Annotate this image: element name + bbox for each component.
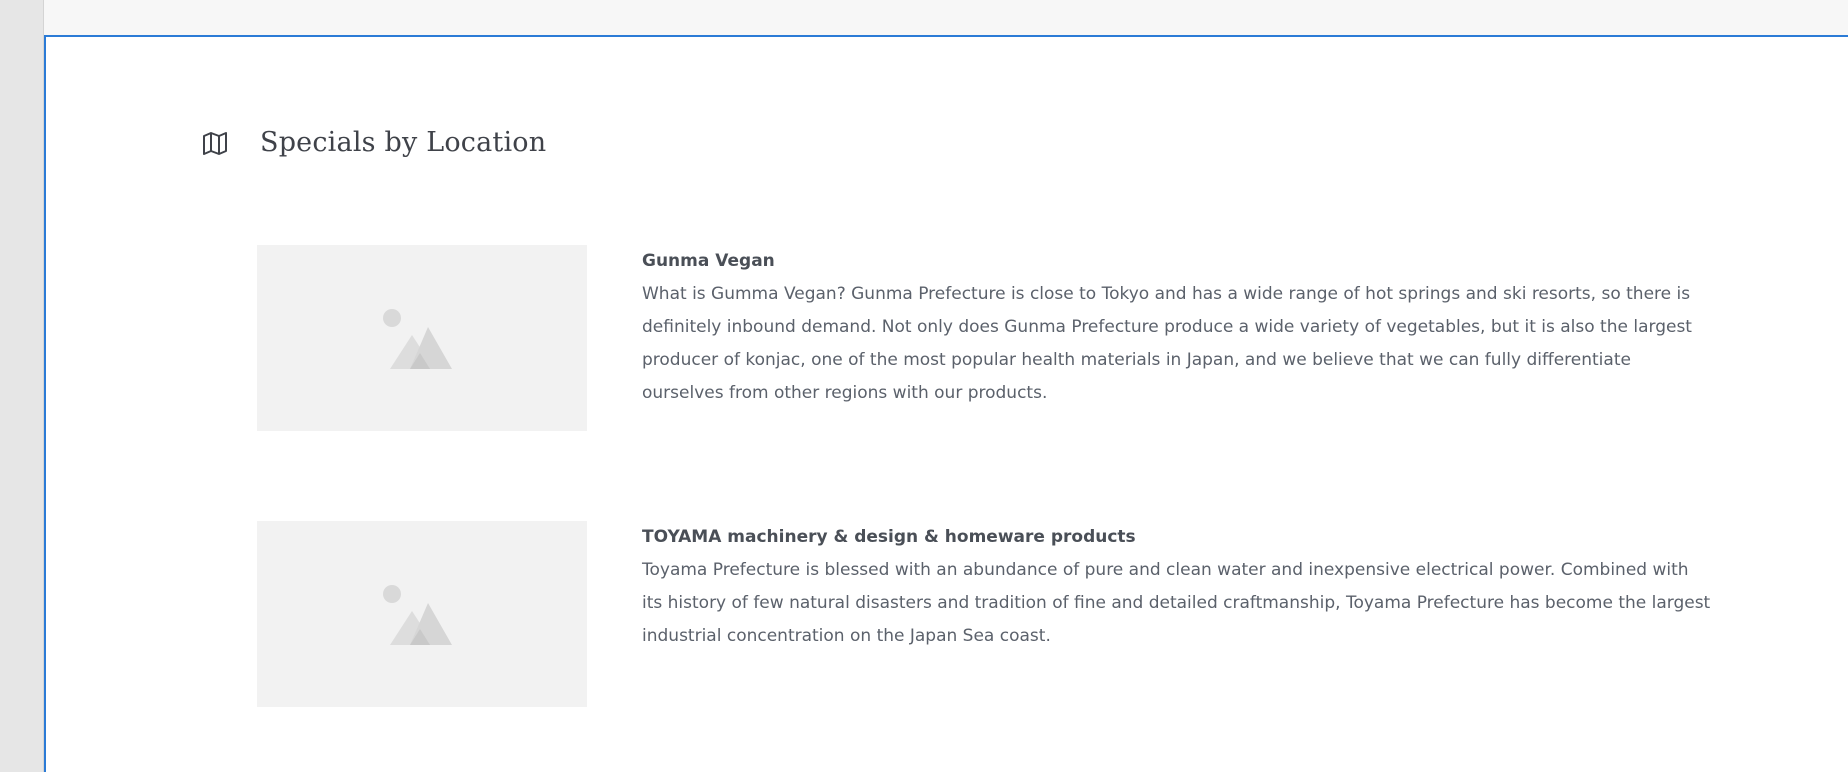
image-placeholder-icon <box>383 309 452 369</box>
left-gutter <box>0 0 44 772</box>
section-title: Specials by Location <box>260 127 547 158</box>
item-description: Toyama Prefecture is blessed with an abu… <box>642 560 1711 646</box>
item-text: Gunma Vegan What is Gumma Vegan? Gunma P… <box>642 245 1712 410</box>
item-title: TOYAMA machinery & design & homeware pro… <box>642 527 1136 547</box>
image-placeholder[interactable] <box>257 521 587 707</box>
section-header: Specials by Location <box>202 127 546 158</box>
item-description: What is Gumma Vegan? Gunma Prefecture is… <box>642 284 1692 403</box>
top-bar <box>44 0 1848 35</box>
image-placeholder-icon <box>383 585 452 645</box>
image-placeholder[interactable] <box>257 245 587 431</box>
map-icon <box>202 131 228 155</box>
item-text: TOYAMA machinery & design & homeware pro… <box>642 521 1712 653</box>
item-title: Gunma Vegan <box>642 251 775 271</box>
editor-canvas: Specials by Location Gunma Vegan What is… <box>44 35 1848 772</box>
